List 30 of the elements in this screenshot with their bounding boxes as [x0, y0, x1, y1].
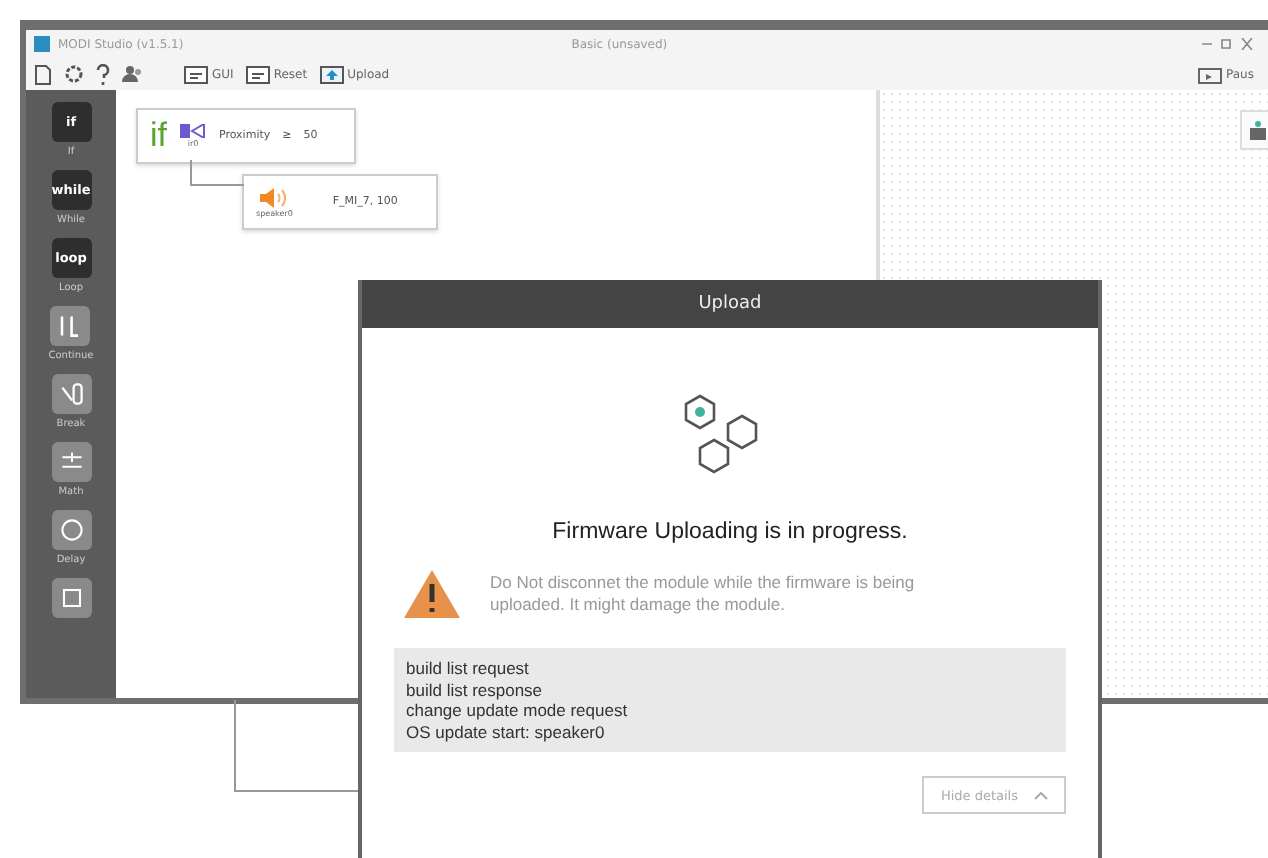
- log-line: build list request: [406, 658, 531, 679]
- window-controls-icon[interactable]: [1202, 38, 1254, 50]
- log-line: change update mode request: [406, 700, 630, 721]
- gui-icon: [184, 65, 208, 83]
- warning-text: Do Not disconnet the module while the firmware is being uploaded. It might damage the module.: [490, 572, 917, 616]
- delay-icon: [55, 514, 87, 546]
- block-tile[interactable]: [51, 578, 91, 618]
- status-heading: Firmware Uploading is in progress.: [552, 520, 908, 544]
- help-icon[interactable]: [96, 63, 110, 85]
- new-file-icon[interactable]: [34, 63, 52, 85]
- reset-icon: [245, 65, 270, 83]
- users-icon[interactable]: [122, 64, 144, 84]
- dialog-title: Upload: [362, 280, 1098, 328]
- block-tile[interactable]: [51, 510, 91, 550]
- upload-icon: [319, 65, 344, 83]
- if-keyword: if: [150, 116, 167, 156]
- settings-icon[interactable]: [64, 64, 84, 84]
- play-icon: [1198, 64, 1223, 84]
- block-tile[interactable]: [51, 374, 91, 414]
- speaker-icon: [260, 187, 289, 207]
- sensor-icon: [179, 124, 207, 138]
- app-icon: [34, 36, 50, 52]
- log-line: OS update start: speaker0: [406, 721, 607, 742]
- warning-icon: [402, 568, 462, 620]
- trash-icon: [1248, 120, 1268, 140]
- chevron-up-icon: [1034, 791, 1048, 799]
- block-tile[interactable]: [51, 442, 91, 482]
- log-line: build list response: [406, 679, 545, 700]
- block-tile[interactable]: [50, 306, 91, 346]
- trash-button[interactable]: [1240, 110, 1268, 150]
